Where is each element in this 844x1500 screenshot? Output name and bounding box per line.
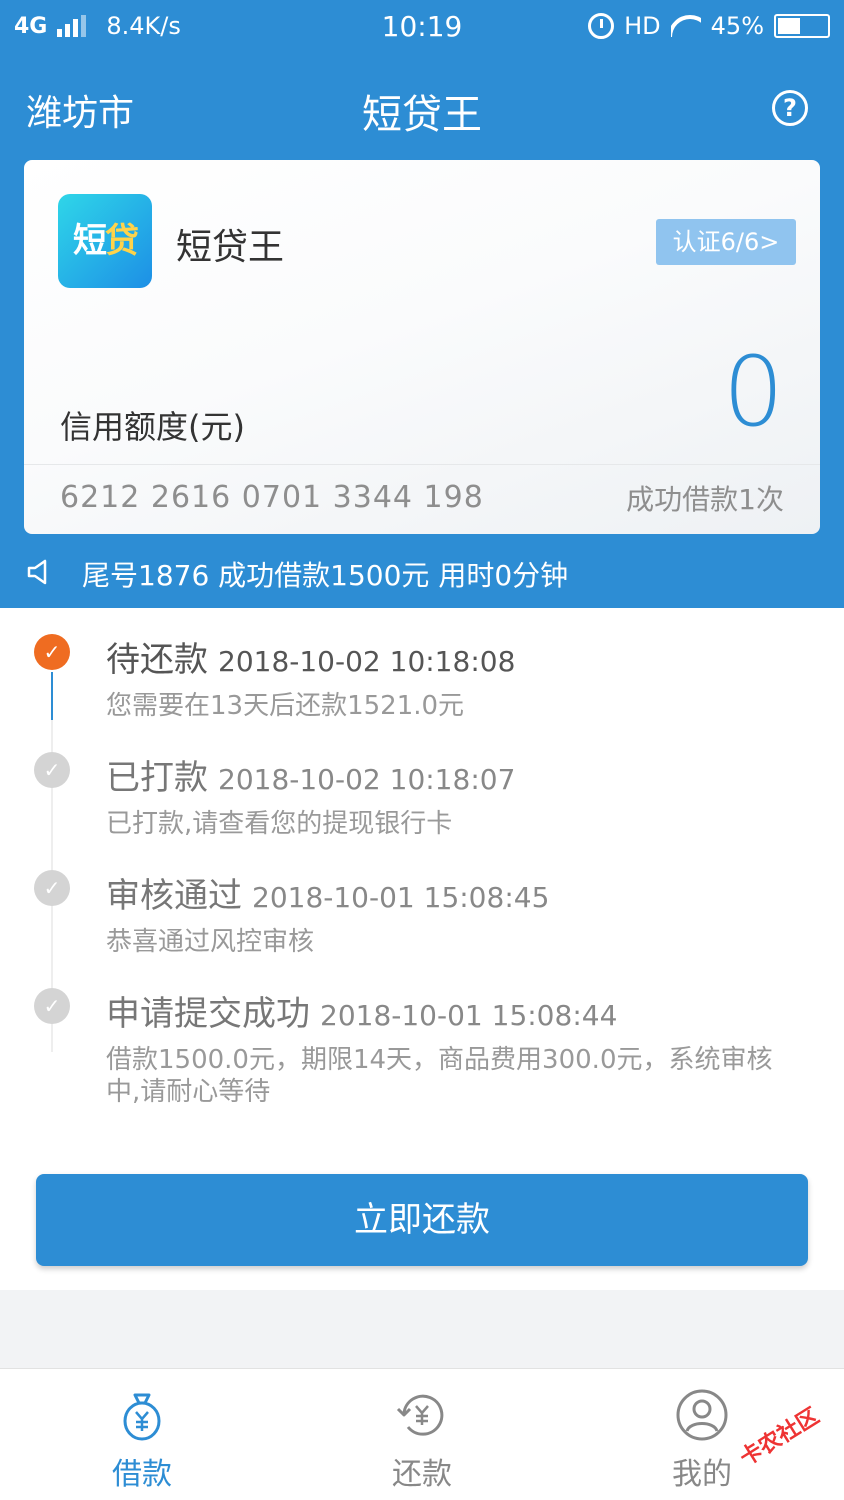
speaker-icon	[27, 559, 47, 585]
logo-char-1: 短	[73, 221, 107, 261]
battery-percent: 45%	[710, 12, 764, 40]
tab-borrow[interactable]: 借款	[42, 1369, 242, 1500]
bottom-tab-bar: 借款 还款 我的	[0, 1368, 844, 1500]
hd-indicator: HD	[624, 12, 661, 40]
step-desc: 恭喜通过风控审核	[106, 927, 315, 957]
check-icon: ✓	[34, 870, 70, 906]
repay-now-button[interactable]: 立即还款	[36, 1174, 808, 1266]
step-title: 待还款 2018-10-02 10:18:08	[106, 632, 515, 681]
loan-card: 短贷 短贷王 认证6/6> 信用额度(元) 0 6212 2616 0701 3…	[24, 160, 820, 534]
step-title: 申请提交成功 2018-10-01 15:08:44	[106, 986, 617, 1035]
step-status: 审核通过	[106, 876, 242, 916]
step-time: 2018-10-02 10:18:08	[218, 645, 516, 678]
tab-repay[interactable]: 还款	[322, 1369, 522, 1500]
timeline-line-active	[51, 672, 53, 720]
step-status: 已打款	[106, 758, 208, 798]
user-icon	[676, 1389, 728, 1441]
card-divider	[24, 464, 820, 465]
page-title: 短贷王	[362, 92, 482, 138]
step-title: 已打款 2018-10-02 10:18:07	[106, 750, 515, 799]
refund-yuan-icon	[396, 1394, 444, 1436]
app-logo: 短贷	[58, 194, 152, 288]
logo-char-2: 贷	[105, 221, 139, 261]
step-time: 2018-10-02 10:18:07	[218, 763, 516, 796]
success-loan-count: 成功借款1次	[626, 483, 784, 516]
help-icon[interactable]: ?	[772, 90, 808, 126]
wifi-icon	[671, 15, 701, 37]
step-desc: 借款1500.0元，期限14天，商品费用300.0元，系统审核中,请耐心等待	[106, 1045, 773, 1107]
status-bar: 4G 8.4K/s 10:19 HD 45%	[0, 0, 844, 56]
bank-card-number: 6212 2616 0701 3344 198	[60, 480, 484, 515]
credit-limit-label: 信用额度(元)	[60, 408, 245, 446]
battery-fill	[778, 18, 800, 34]
money-bag-icon	[123, 1393, 161, 1441]
step-time: 2018-10-01 15:08:44	[320, 999, 618, 1032]
credit-limit-value: 0	[722, 336, 784, 448]
tab-label: 借款	[112, 1457, 172, 1492]
battery-icon	[774, 14, 830, 38]
certification-button[interactable]: 认证6/6>	[656, 219, 796, 265]
check-icon: ✓	[34, 752, 70, 788]
step-desc: 您需要在13天后还款1521.0元	[106, 691, 465, 721]
app-header: 潍坊市 短贷王 ?	[0, 60, 844, 152]
check-icon: ✓	[34, 634, 70, 670]
step-status: 申请提交成功	[106, 994, 310, 1034]
alarm-icon	[588, 13, 615, 39]
step-title: 审核通过 2018-10-01 15:08:45	[106, 868, 549, 917]
tab-label: 还款	[392, 1457, 452, 1492]
step-desc: 已打款,请查看您的提现银行卡	[106, 809, 453, 839]
notice-bar: 尾号1876 成功借款1500元 用时0分钟	[0, 540, 844, 606]
step-status: 待还款	[106, 640, 208, 680]
check-icon: ✓	[34, 988, 70, 1024]
notice-text: 尾号1876 成功借款1500元 用时0分钟	[82, 559, 569, 592]
app-name: 短贷王	[176, 227, 285, 268]
step-time: 2018-10-01 15:08:45	[252, 881, 550, 914]
